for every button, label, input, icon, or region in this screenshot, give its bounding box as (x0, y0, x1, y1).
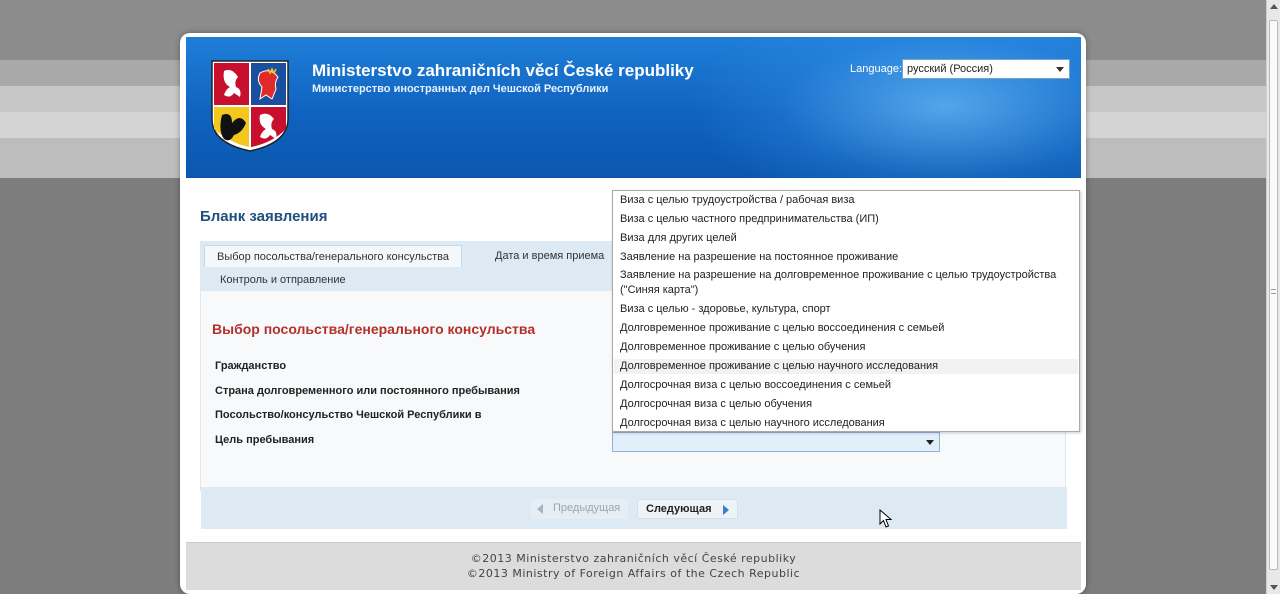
ministry-name-czech: Ministerstvo zahraničních věcí České rep… (312, 61, 694, 80)
dropdown-option[interactable]: Виза с целью частного предпринимательств… (614, 212, 1078, 227)
dropdown-option[interactable]: Долговременное проживание с целью обучен… (614, 340, 1078, 355)
dropdown-option[interactable]: Виза для других целей (614, 231, 1078, 246)
purpose-label: Цель пребывания (215, 434, 315, 446)
scroll-up-icon[interactable] (1270, 4, 1278, 9)
dropdown-option[interactable]: Виза с целью - здоровье, культура, спорт (614, 302, 1078, 317)
previous-button[interactable]: Предыдущая (531, 499, 629, 519)
mouse-cursor-icon (879, 509, 893, 528)
page-scrollbar[interactable] (1266, 0, 1280, 594)
dropdown-option-highlighted[interactable]: Долговременное проживание с целью научно… (614, 359, 1078, 374)
language-label: Language: (850, 63, 902, 75)
site-footer: ©2013 Ministerstvo zahraničních věcí Čes… (186, 542, 1081, 590)
citizenship-label: Гражданство (215, 360, 287, 372)
purpose-dropdown-list: Виза с целью трудоустройства / рабочая в… (612, 190, 1080, 432)
czech-coat-of-arms-icon (211, 60, 289, 152)
arrow-right-icon (723, 505, 730, 515)
chevron-down-icon (1056, 67, 1064, 72)
language-select-value: русский (Россия) (907, 63, 993, 75)
tab-review-submit[interactable]: Контроль и отправление (208, 269, 358, 291)
residence-country-label: Страна долговременного или постоянного п… (215, 385, 520, 397)
arrow-left-icon (537, 504, 543, 514)
previous-button-label: Предыдущая (553, 502, 621, 514)
scrollbar-thumb[interactable] (1269, 20, 1278, 570)
tab-embassy-selection[interactable]: Выбор посольства/генерального консульств… (204, 245, 463, 267)
ministry-name-russian: Министерство иностранных дел Чешской Рес… (312, 83, 609, 95)
scrollbar-grip-icon (1271, 289, 1276, 294)
tab-appointment-date[interactable]: Дата и время приема (483, 245, 616, 267)
language-select[interactable]: русский (Россия) (902, 59, 1070, 79)
site-header: Ministerstvo zahraničních věcí České rep… (186, 37, 1081, 178)
copyright-english: ©2013 Ministry of Foreign Affairs of the… (466, 567, 801, 580)
section-title: Выбор посольства/генерального консульств… (212, 321, 536, 337)
purpose-select[interactable] (612, 432, 940, 452)
dropdown-option[interactable]: Долгосрочная виза с целью воссоединения … (614, 378, 1078, 393)
next-button-label: Следующая (646, 503, 712, 515)
application-dialog: Ministerstvo zahraničních věcí České rep… (180, 33, 1086, 594)
next-button[interactable]: Следующая (637, 499, 739, 519)
chevron-down-icon (926, 440, 934, 445)
dropdown-option[interactable]: Заявление на разрешение на постоянное пр… (614, 250, 1078, 265)
dropdown-option[interactable]: Долговременное проживание с целью воссое… (614, 321, 1078, 336)
dropdown-option[interactable]: Виза с целью трудоустройства / рабочая в… (614, 193, 1078, 208)
embassy-label: Посольство/консульство Чешской Республик… (215, 409, 482, 421)
form-title: Бланк заявления (200, 208, 328, 225)
copyright-czech: ©2013 Ministerstvo zahraničních věcí Čes… (470, 552, 797, 565)
dropdown-option[interactable]: Долгосрочная виза с целью научного иссле… (614, 416, 1078, 431)
scroll-down-icon[interactable] (1270, 585, 1278, 590)
dropdown-option[interactable]: Долгосрочная виза с целью обучения (614, 397, 1078, 412)
dropdown-option-continuation[interactable]: ("Синяя карта") (614, 283, 1078, 298)
dropdown-option[interactable]: Заявление на разрешение на долговременно… (614, 268, 1078, 283)
